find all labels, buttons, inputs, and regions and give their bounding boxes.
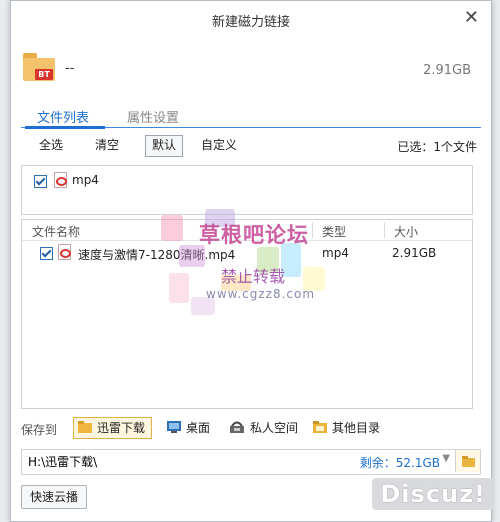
browse-folder-button[interactable]: [455, 450, 480, 472]
bt-folder-icon: BT: [23, 53, 55, 81]
tab-bar: 文件列表 属性设置: [21, 107, 481, 129]
col-type-header[interactable]: 类型: [322, 223, 346, 240]
free-space: 剩余：52.1GB: [359, 456, 440, 470]
thunder-folder-icon: [78, 419, 92, 439]
table-header: 文件名称 类型 大小: [22, 220, 472, 241]
torrent-name: --: [65, 61, 75, 76]
type-mp4-label: mp4: [72, 173, 99, 187]
new-magnet-dialog: 新建磁力链接 ✕ BT -- 2.91GB 文件列表 属性设置 全选 清空 默认…: [10, 0, 492, 522]
video-file-icon: [58, 244, 71, 260]
tab-properties[interactable]: 属性设置: [127, 107, 179, 126]
file-type: mp4: [322, 246, 349, 260]
file-size: 2.91GB: [392, 246, 437, 260]
bt-badge: BT: [35, 69, 53, 80]
type-mp4-checkbox[interactable]: [34, 175, 47, 188]
save-path-bar: 剩余：52.1GB ▼: [21, 449, 481, 475]
file-name: 速度与激情7-1280清晰.mp4: [78, 248, 236, 262]
save-to-label: 保存到: [21, 423, 58, 437]
tab-file-list[interactable]: 文件列表: [37, 107, 89, 126]
save-option-label: 迅雷下载: [97, 421, 146, 435]
active-tab-indicator: [25, 126, 105, 129]
save-option-thunder[interactable]: 迅雷下载: [73, 417, 153, 439]
select-all-button[interactable]: 全选: [33, 135, 69, 155]
save-to-bar: 保存到 迅雷下载 桌面 私人空间 其他目录: [21, 415, 481, 441]
custom-button[interactable]: 自定义: [195, 135, 243, 155]
selected-count: 已选：1个文件: [397, 140, 477, 154]
private-space-icon: [229, 418, 245, 440]
default-button[interactable]: 默认: [145, 135, 184, 157]
save-option-label: 其他目录: [332, 421, 381, 435]
torrent-size: 2.91GB: [423, 63, 471, 78]
file-checkbox[interactable]: [40, 247, 53, 260]
save-option-other-dir[interactable]: 其他目录: [313, 417, 380, 439]
chevron-down-icon[interactable]: ▼: [442, 453, 450, 464]
col-name-header[interactable]: 文件名称: [32, 223, 80, 240]
save-option-private-space[interactable]: 私人空间: [229, 417, 298, 439]
col-size-header[interactable]: 大小: [394, 223, 418, 240]
clear-button[interactable]: 清空: [89, 135, 125, 155]
dialog-title: 新建磁力链接: [211, 15, 290, 30]
title-bar: 新建磁力链接 ✕: [11, 1, 491, 35]
video-file-icon: [54, 172, 67, 188]
file-list-table: 文件名称 类型 大小 速度与激情7-1280清晰.mp4 mp4 2.91GB: [21, 219, 473, 409]
save-option-label: 私人空间: [250, 421, 299, 435]
save-option-label: 桌面: [186, 421, 211, 435]
save-option-desktop[interactable]: 桌面: [167, 417, 210, 439]
table-row[interactable]: 速度与激情7-1280清晰.mp4 mp4 2.91GB: [22, 242, 472, 264]
discuz-logo: Discuz!: [372, 478, 494, 510]
file-type-box: mp4: [21, 165, 473, 215]
quick-cloud-play-button[interactable]: 快速云播: [21, 485, 88, 509]
desktop-icon: [167, 418, 181, 440]
filter-bar: 全选 清空 默认 自定义 已选：1个文件: [21, 135, 481, 157]
close-icon[interactable]: ✕: [464, 7, 479, 28]
folder-icon: [313, 418, 327, 440]
